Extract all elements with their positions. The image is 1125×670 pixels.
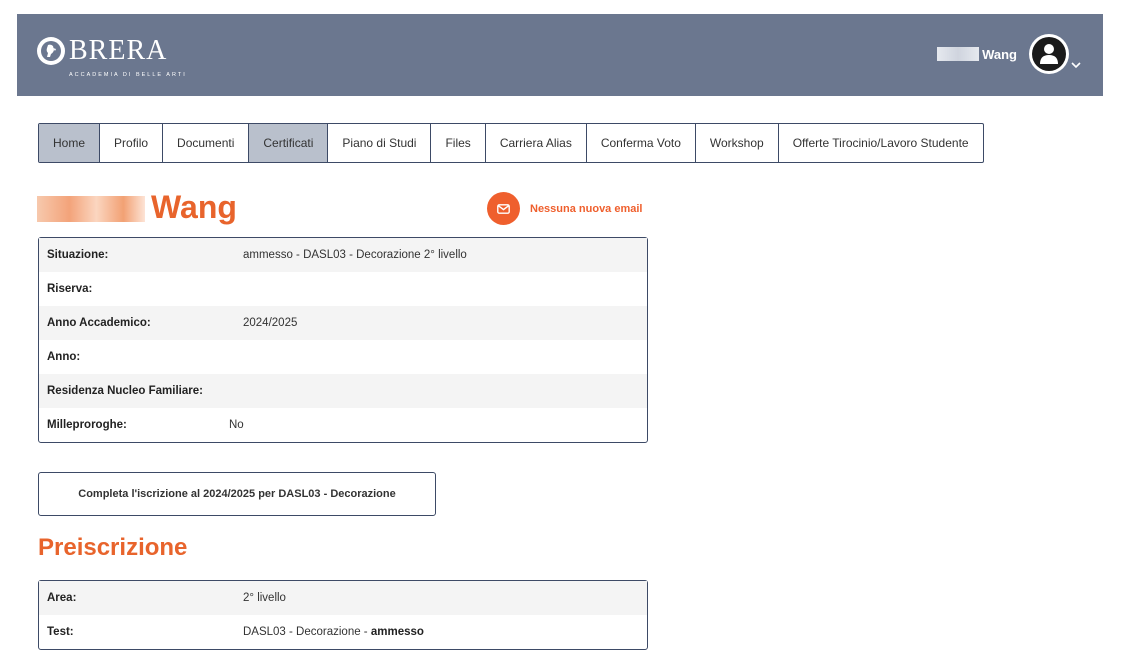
table-row: Milleproroghe: No (39, 408, 647, 442)
table-row: Residenza Nucleo Familiare: (39, 374, 647, 408)
row-label: Anno Accademico: (47, 317, 151, 329)
table-row: Anno Accademico: 2024/2025 (39, 306, 647, 340)
envelope-icon[interactable] (487, 192, 520, 225)
main-nav-tabs: Home Profilo Documenti Certificati Piano… (38, 123, 984, 163)
email-status-text[interactable]: Nessuna nuova email (530, 203, 643, 215)
tab-home[interactable]: Home (39, 124, 101, 162)
table-row: Test: DASL03 - Decorazione - ammesso (39, 615, 647, 649)
row-label: Riserva: (47, 283, 93, 295)
user-first-name-redacted (937, 47, 980, 61)
row-value: ammesso - DASL03 - Decorazione 2° livell… (243, 249, 467, 261)
brera-logo[interactable]: BRERA ACCADEMIA DI BELLE ARTI (37, 35, 185, 78)
tab-files[interactable]: Files (431, 124, 486, 162)
student-last-name: Wang (151, 188, 237, 225)
row-label: Area: (47, 592, 77, 604)
table-row: Anno: (39, 340, 647, 374)
chevron-down-icon[interactable] (1071, 61, 1081, 72)
table-row: Situazione: ammesso - DASL03 - Decorazio… (39, 238, 647, 272)
student-status-table: Situazione: ammesso - DASL03 - Decorazio… (38, 237, 648, 443)
tab-conferma-voto[interactable]: Conferma Voto (587, 124, 696, 162)
test-value: DASL03 - Decorazione - (243, 626, 371, 638)
table-row: Riserva: (39, 272, 647, 306)
tab-offerte-tirocinio[interactable]: Offerte Tirocinio/Lavoro Studente (779, 124, 983, 162)
row-value: No (229, 419, 244, 431)
tab-certificati[interactable]: Certificati (249, 124, 329, 162)
row-label: Milleproroghe: (47, 419, 127, 431)
student-name-heading: Wang (37, 186, 237, 228)
tab-documenti[interactable]: Documenti (163, 124, 250, 162)
user-menu[interactable]: Wang (937, 34, 1081, 74)
row-label: Test: (47, 626, 74, 638)
user-name: Wang (982, 46, 1017, 62)
logo-wordmark: BRERA (69, 35, 168, 66)
row-label: Anno: (47, 351, 81, 363)
complete-enrollment-button[interactable]: Completa l'iscrizione al 2024/2025 per D… (38, 472, 436, 516)
row-value: 2024/2025 (243, 317, 298, 329)
row-value: DASL03 - Decorazione - ammesso (243, 626, 424, 638)
preiscrizione-table: Area: 2° livello Test: DASL03 - Decorazi… (38, 580, 648, 650)
row-value: 2° livello (243, 592, 286, 604)
student-first-name-redacted (37, 196, 145, 222)
preiscrizione-heading: Preiscrizione (38, 534, 188, 561)
row-label: Residenza Nucleo Familiare: (47, 385, 203, 397)
row-label: Situazione: (47, 249, 109, 261)
page-frame: BRERA ACCADEMIA DI BELLE ARTI Wang Home (17, 14, 1103, 670)
email-status[interactable]: Nessuna nuova email (487, 192, 643, 225)
tab-piano-di-studi[interactable]: Piano di Studi (328, 124, 432, 162)
logo-emblem-icon (37, 37, 65, 65)
test-status: ammesso (370, 626, 424, 638)
table-row: Area: 2° livello (39, 581, 647, 615)
tab-profilo[interactable]: Profilo (100, 124, 164, 162)
user-circle-icon[interactable] (1029, 34, 1069, 74)
top-bar: BRERA ACCADEMIA DI BELLE ARTI Wang (17, 14, 1103, 96)
logo-subtitle: ACCADEMIA DI BELLE ARTI (69, 72, 187, 78)
tab-workshop[interactable]: Workshop (696, 124, 779, 162)
tab-carriera-alias[interactable]: Carriera Alias (486, 124, 587, 162)
